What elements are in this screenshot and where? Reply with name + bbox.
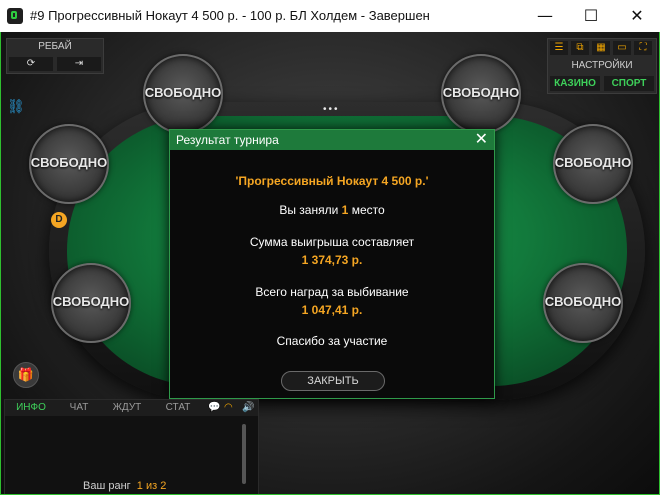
- grid-icon[interactable]: ▦: [592, 41, 610, 55]
- emoji-icon[interactable]: ◠: [224, 402, 233, 413]
- bounty-label: Всего наград за выбивание: [255, 285, 409, 299]
- settings-panel: ☰ ⧉ ▦ ▭ ⛶ НАСТРОЙКИ КАЗИНО СПОРТ: [547, 38, 657, 94]
- camera-icon[interactable]: ▭: [613, 41, 631, 55]
- seat-top-right[interactable]: СВОБОДНО: [441, 54, 521, 134]
- casino-button[interactable]: КАЗИНО: [550, 76, 600, 91]
- tab-chat[interactable]: ЧАТ: [59, 402, 99, 413]
- dealer-button-icon: D: [51, 212, 67, 228]
- sound-icon[interactable]: 🔊: [242, 402, 254, 413]
- dialog-close-icon[interactable]: ✕: [475, 130, 488, 150]
- app-logo-icon: [7, 8, 23, 24]
- settings-label: НАСТРОЙКИ: [571, 60, 633, 71]
- tab-stats[interactable]: СТАТ: [155, 402, 201, 413]
- close-dialog-button[interactable]: ЗАКРЫТЬ: [281, 371, 385, 391]
- list-icon[interactable]: ☰: [550, 41, 568, 55]
- close-window-button[interactable]: ✕: [614, 0, 660, 32]
- network-icon[interactable]: ⛓: [7, 98, 25, 115]
- bounty-value: 1 047,41 р.: [301, 303, 363, 317]
- dialog-header: Результат турнира ✕: [170, 130, 494, 150]
- gift-icon[interactable]: 🎁: [13, 362, 39, 388]
- window-title: #9 Прогрессивный Нокаут 4 500 р. - 100 р…: [30, 8, 430, 23]
- table-dots: •••: [323, 104, 340, 115]
- sport-button[interactable]: СПОРТ: [604, 76, 654, 91]
- refresh-button[interactable]: ⟳: [9, 57, 53, 71]
- seat-bottom-left[interactable]: СВОБОДНО: [51, 263, 131, 343]
- place-suffix: место: [351, 203, 385, 217]
- seat-label: СВОБОДНО: [52, 294, 130, 309]
- place-value: 1: [341, 203, 349, 217]
- dialog-title: Результат турнира: [176, 133, 279, 147]
- winnings-value: 1 374,73 р.: [301, 253, 363, 267]
- info-chat-panel: ИНФО ЧАТ ЖДУТ СТАТ 💬 ◠ 🔊 Ваш ранг 1 из 2: [4, 399, 259, 494]
- seat-top-left[interactable]: СВОБОДНО: [143, 54, 223, 134]
- tab-waiting[interactable]: ЖДУТ: [105, 402, 149, 413]
- layers-icon[interactable]: ⧉: [571, 41, 589, 55]
- rank-line: Ваш ранг 1 из 2: [83, 480, 166, 492]
- seat-label: СВОБОДНО: [544, 294, 622, 309]
- rank-value: 1 из 2: [136, 480, 167, 492]
- place-prefix: Вы заняли: [279, 203, 339, 217]
- thanks-text: Спасибо за участие: [276, 334, 388, 348]
- rebuy-label: РЕБАЙ: [38, 41, 72, 52]
- poker-table-area: ••• СВОБОДНО СВОБОДНО СВОБОДНО СВОБОДНО …: [0, 32, 660, 495]
- tournament-result-dialog: Результат турнира ✕ 'Прогрессивный Нокау…: [169, 129, 495, 399]
- chat-scrollbar[interactable]: [242, 424, 246, 484]
- seat-label: СВОБОДНО: [554, 155, 632, 170]
- tab-info[interactable]: ИНФО: [9, 402, 53, 413]
- seat-label: СВОБОДНО: [442, 85, 520, 100]
- chat-tabs: ИНФО ЧАТ ЖДУТ СТАТ 💬 ◠ 🔊: [5, 400, 258, 416]
- exit-button[interactable]: ⇥: [57, 57, 101, 71]
- rebuy-panel: РЕБАЙ ⟳ ⇥: [6, 38, 104, 74]
- fullscreen-icon[interactable]: ⛶: [634, 41, 652, 55]
- seat-label: СВОБОДНО: [30, 155, 108, 170]
- winnings-label: Сумма выигрыша составляет: [249, 235, 415, 249]
- title-bar: #9 Прогрессивный Нокаут 4 500 р. - 100 р…: [0, 0, 660, 33]
- rank-label: Ваш ранг: [83, 480, 131, 492]
- seat-left[interactable]: СВОБОДНО: [29, 124, 109, 204]
- seat-right[interactable]: СВОБОДНО: [553, 124, 633, 204]
- seat-label: СВОБОДНО: [144, 85, 222, 100]
- chat-bubble-icon[interactable]: 💬: [208, 402, 220, 413]
- tournament-name: 'Прогрессивный Нокаут 4 500 р.': [235, 174, 429, 188]
- place-line: Вы заняли 1 место: [170, 203, 494, 217]
- maximize-button[interactable]: ☐: [568, 0, 614, 32]
- minimize-button[interactable]: —: [522, 0, 568, 32]
- seat-bottom-right[interactable]: СВОБОДНО: [543, 263, 623, 343]
